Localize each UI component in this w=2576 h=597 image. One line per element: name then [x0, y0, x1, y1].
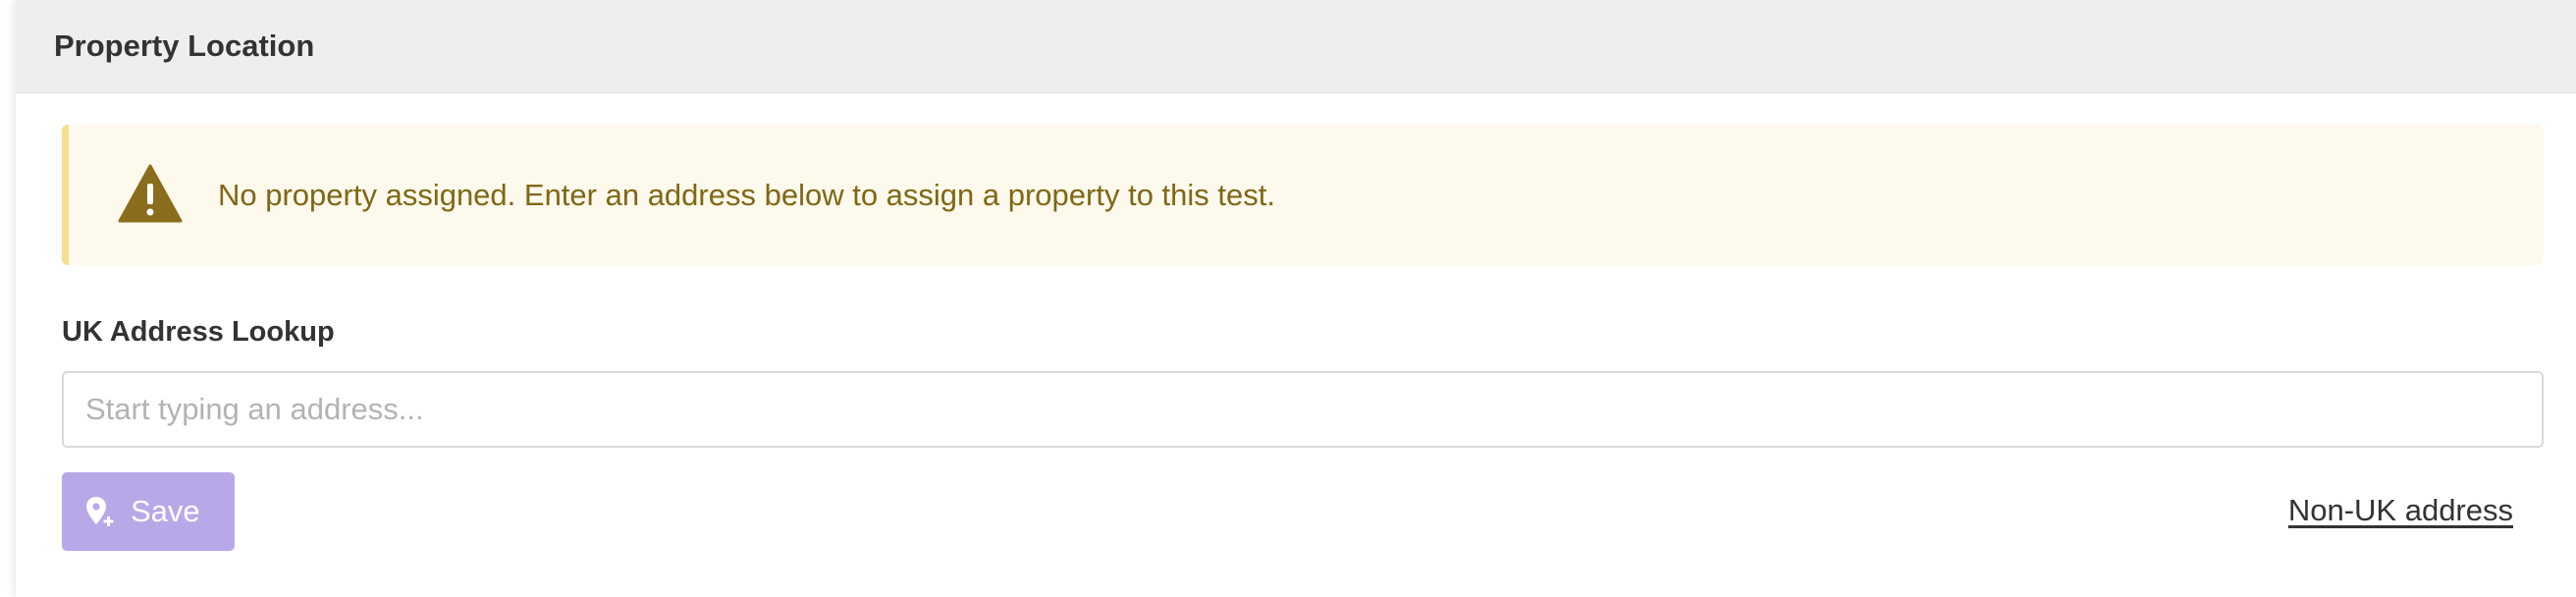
panel-header: Property Location [16, 0, 2576, 93]
property-location-panel: Property Location No property assigned. … [16, 0, 2576, 597]
save-button[interactable]: Save [62, 472, 235, 551]
save-button-label: Save [131, 494, 200, 528]
address-search-input[interactable] [62, 371, 2544, 448]
address-lookup-label: UK Address Lookup [62, 316, 335, 348]
map-pin-plus-icon [85, 496, 115, 527]
no-property-alert: No property assigned. Enter an address b… [62, 125, 2544, 265]
alert-message: No property assigned. Enter an address b… [218, 177, 1275, 212]
warning-icon [118, 164, 183, 223]
non-uk-address-link[interactable]: Non-UK address [2288, 493, 2513, 528]
panel-title: Property Location [54, 28, 315, 63]
